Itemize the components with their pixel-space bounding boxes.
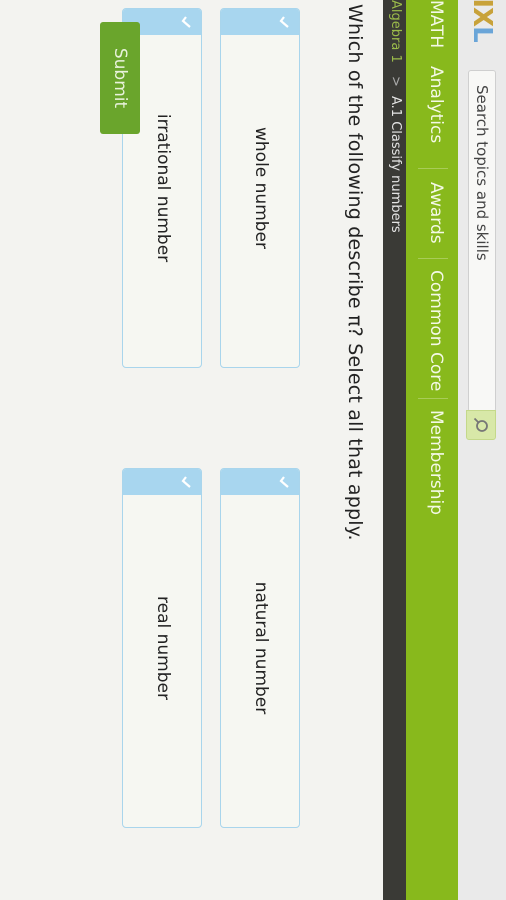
nav-item-analytics[interactable]: Analytics: [426, 66, 446, 143]
answer-tile-whole-number[interactable]: whole number: [220, 8, 300, 368]
answer-tile-natural-number[interactable]: natural number: [220, 468, 300, 828]
ixl-logo[interactable]: IX L: [458, 0, 506, 42]
check-icon: [279, 16, 289, 28]
answer-label: whole number: [251, 126, 271, 249]
nav-item-awards[interactable]: Awards: [426, 182, 446, 244]
submit-button[interactable]: Submit: [100, 22, 140, 134]
nav-separator: [418, 258, 448, 259]
breadcrumb-skill: A.1 Classify numbers: [388, 96, 403, 233]
question-text: Which of the following describe π? Selec…: [344, 4, 366, 541]
search-button[interactable]: [466, 410, 496, 440]
answer-label: real number: [153, 596, 173, 700]
main-nav: MATH Analytics Awards Common Core Member…: [406, 0, 458, 900]
check-icon: [181, 476, 191, 488]
check-icon: [181, 16, 191, 28]
search-icon: [473, 417, 488, 432]
search-placeholder: Search topics and skills: [473, 85, 491, 261]
breadcrumb-arrow: >: [388, 76, 403, 87]
ixl-page: IX L Search topics and skills MATH Analyt…: [0, 0, 506, 900]
nav-item-membership[interactable]: Membership: [426, 410, 446, 515]
search-input[interactable]: Search topics and skills: [468, 70, 496, 412]
answer-tile-real-number[interactable]: real number: [122, 468, 202, 828]
breadcrumb: Algebra 1 > A.1 Classify numbers: [383, 0, 406, 900]
nav-separator: [418, 398, 448, 399]
breadcrumb-subject[interactable]: Algebra 1: [388, 0, 403, 63]
top-header: IX L Search topics and skills: [457, 0, 506, 900]
answer-label: natural number: [251, 581, 271, 715]
nav-separator: [418, 168, 448, 169]
answer-label: irrational number: [153, 113, 173, 263]
nav-item-math[interactable]: MATH: [426, 0, 446, 48]
nav-item-common-core[interactable]: Common Core: [426, 270, 446, 391]
check-icon: [279, 476, 289, 488]
